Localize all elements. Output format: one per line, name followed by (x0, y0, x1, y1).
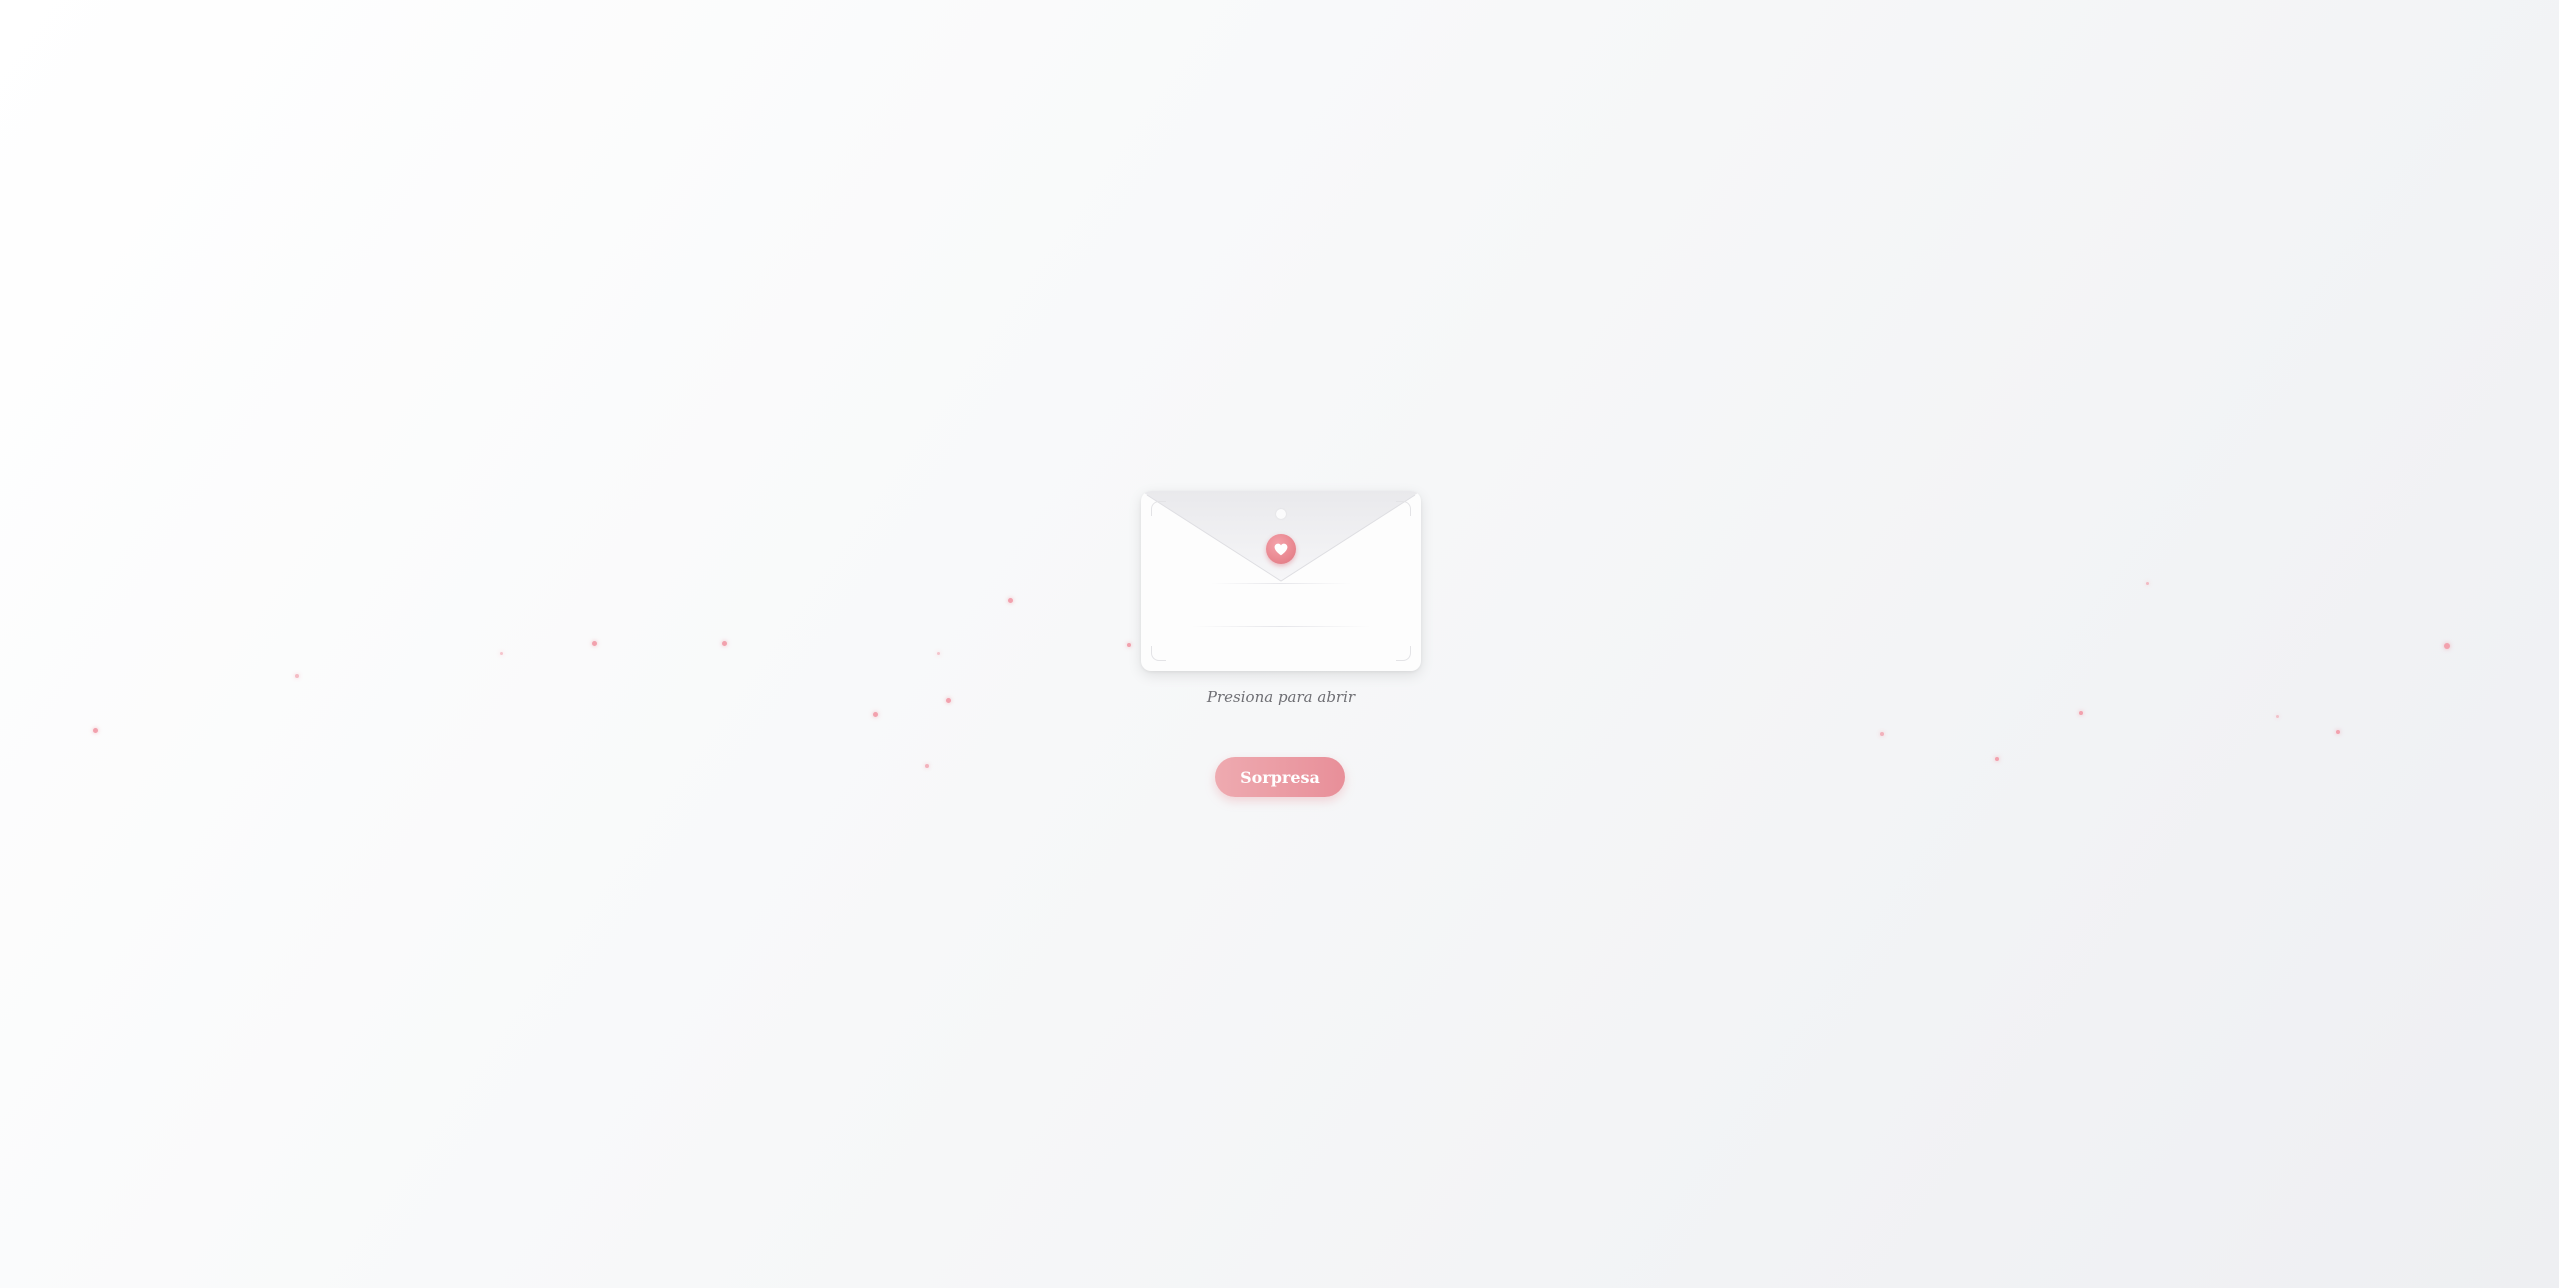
surprise-button[interactable]: Sorpresa (1215, 757, 1345, 797)
floating-particle (500, 652, 503, 655)
floating-particle (1127, 643, 1131, 647)
envelope-line (1191, 626, 1371, 627)
floating-particle (1880, 732, 1884, 736)
envelope-corner (1396, 501, 1411, 516)
envelope-corner (1151, 501, 1166, 516)
floating-particle (93, 728, 98, 733)
floating-particle (946, 698, 951, 703)
envelope-line (1211, 583, 1351, 584)
floating-particle (592, 641, 597, 646)
floating-particle (1008, 598, 1013, 603)
floating-particle (1995, 757, 1999, 761)
envelope-corner (1151, 646, 1166, 661)
floating-particle (2444, 643, 2450, 649)
heart-icon (1274, 543, 1288, 555)
open-hint: Presiona para abrir (1206, 688, 1356, 706)
floating-particle (2079, 711, 2083, 715)
floating-particle (2146, 582, 2149, 585)
envelope[interactable] (1141, 491, 1421, 671)
floating-particle (2336, 730, 2340, 734)
floating-particle (937, 652, 940, 655)
floating-particle (925, 764, 929, 768)
heart-seal (1266, 534, 1296, 564)
floating-particle (2276, 715, 2279, 718)
floating-particle (295, 674, 299, 678)
floating-particle (873, 712, 878, 717)
floating-particle (722, 641, 727, 646)
page-background: Presiona para abrir Sorpresa (0, 0, 2559, 1288)
seal-dot (1276, 509, 1286, 519)
